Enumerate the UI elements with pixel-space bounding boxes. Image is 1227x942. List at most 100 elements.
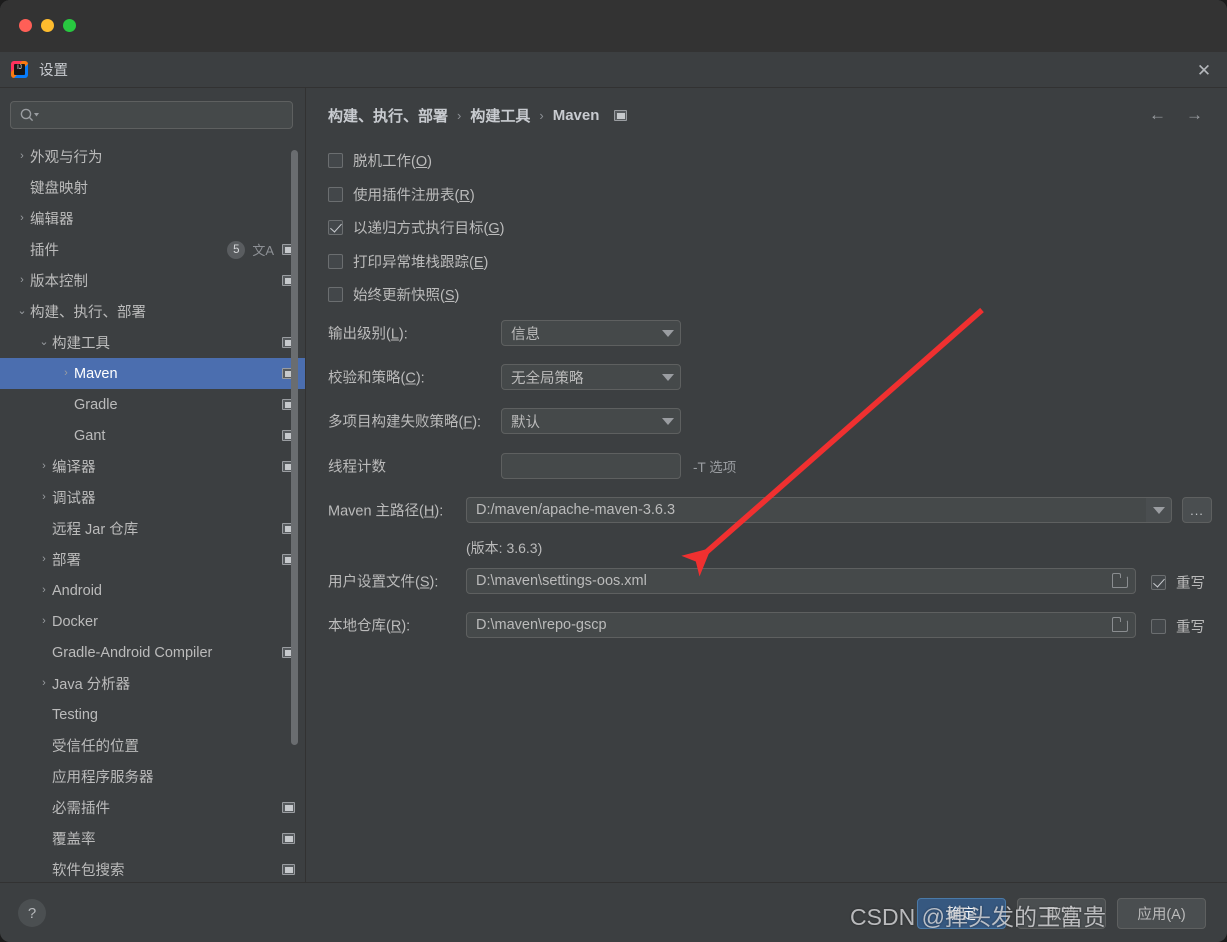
checkbox-box <box>328 253 343 269</box>
maven-combo-label: 校验和策略(C): <box>328 370 425 387</box>
maven-checkbox-0[interactable]: 脱机工作(O) <box>328 150 432 171</box>
search-icon <box>20 108 39 122</box>
sidebar-item-16[interactable]: ›Gradle-Android Compiler <box>0 637 305 668</box>
search-input[interactable] <box>10 101 293 129</box>
maven-checkbox-label: 脱机工作(O) <box>353 154 432 170</box>
checkbox-box <box>1151 619 1166 634</box>
thread-count-input[interactable] <box>501 453 681 479</box>
sidebar-item-3[interactable]: ›插件5文A <box>0 234 305 265</box>
checkbox-box <box>328 220 343 235</box>
sidebar-item-15[interactable]: › Docker <box>0 606 305 637</box>
maven-checkbox-1[interactable]: 使用插件注册表(R) <box>328 184 475 205</box>
breadcrumb-item-1[interactable]: 构建工具 <box>470 105 530 126</box>
sidebar-item-23[interactable]: ›软件包搜索 <box>0 854 305 882</box>
sidebar-item-label: 受信任的位置 <box>52 739 139 755</box>
sidebar-item-label: 版本控制 <box>30 274 88 290</box>
local-repo-override-label: 重写 <box>1176 620 1205 636</box>
sidebar-item-14[interactable]: › Android <box>0 575 305 606</box>
dialog-footer: ? 确定 取消 应用(A) <box>0 882 1227 942</box>
chevron-right-icon[interactable]: › <box>36 585 52 596</box>
dialog-title: 设置 <box>39 63 68 79</box>
sidebar-item-20[interactable]: ›应用程序服务器 <box>0 761 305 792</box>
sidebar-item-label: Gant <box>74 427 106 444</box>
close-window-button[interactable] <box>19 19 32 32</box>
local-repo-value: D:\maven\repo-gscp <box>476 617 607 633</box>
maven-version-note: (版本: 3.6.3) <box>466 540 543 556</box>
breadcrumb-item-0[interactable]: 构建、执行、部署 <box>328 105 448 126</box>
translate-icon: 文A <box>252 243 274 258</box>
sidebar-item-21[interactable]: ›必需插件 <box>0 792 305 823</box>
dialog-button-2[interactable]: 应用(A) <box>1117 898 1206 929</box>
sidebar-item-18[interactable]: ›Testing <box>0 699 305 730</box>
thread-count-hint: -T 选项 <box>693 460 737 475</box>
maven-combo-label: 输出级别(L): <box>328 326 408 343</box>
chevron-right-icon[interactable]: › <box>36 461 52 472</box>
sidebar-item-label: 构建工具 <box>52 336 110 352</box>
chevron-right-icon[interactable]: › <box>58 368 74 379</box>
maven-checkbox-4[interactable]: 始终更新快照(S) <box>328 284 459 305</box>
sidebar-scrollbar[interactable] <box>291 150 298 745</box>
mac-titlebar <box>0 0 1227 52</box>
chevron-right-icon[interactable]: › <box>36 554 52 565</box>
sidebar-item-2[interactable]: › 编辑器 <box>0 203 305 234</box>
sidebar-item-0[interactable]: › 外观与行为 <box>0 141 305 172</box>
user-settings-input[interactable]: D:\maven\settings-oos.xml <box>466 568 1136 594</box>
chevron-right-icon[interactable]: › <box>36 492 52 503</box>
dialog-button-0[interactable]: 确定 <box>917 898 1006 929</box>
sidebar-item-13[interactable]: › 部署 <box>0 544 305 575</box>
sidebar-item-7[interactable]: › Maven <box>0 358 305 389</box>
sidebar-item-label: 构建、执行、部署 <box>30 305 146 321</box>
sidebar-item-9[interactable]: ›Gant <box>0 420 305 451</box>
maven-home-input[interactable]: D:/maven/apache-maven-3.6.3 <box>466 497 1146 523</box>
sidebar-item-11[interactable]: › 调试器 <box>0 482 305 513</box>
user-settings-override-checkbox[interactable]: 重写 <box>1151 572 1205 593</box>
sidebar-item-1[interactable]: ›键盘映射 <box>0 172 305 203</box>
local-repo-input[interactable]: D:\maven\repo-gscp <box>466 612 1136 638</box>
sidebar-item-17[interactable]: › Java 分析器 <box>0 668 305 699</box>
chevron-right-icon[interactable]: › <box>36 616 52 627</box>
maven-combo-select-0[interactable]: 信息 <box>501 320 681 346</box>
sidebar-item-10[interactable]: › 编译器 <box>0 451 305 482</box>
settings-sidebar: ›外观与行为›键盘映射›编辑器›插件5文A›版本控制⌄构建、执行、部署⌄构建工具… <box>0 88 306 882</box>
chevron-down-icon <box>662 329 674 337</box>
local-repo-override-checkbox[interactable]: 重写 <box>1151 616 1205 637</box>
project-level-settings-icon <box>282 802 295 813</box>
chevron-right-icon[interactable]: › <box>14 213 30 224</box>
minimize-window-button[interactable] <box>41 19 54 32</box>
help-button[interactable]: ? <box>18 899 46 927</box>
dialog-button-1[interactable]: 取消 <box>1017 898 1106 929</box>
sidebar-item-label: Maven <box>74 365 118 382</box>
sidebar-item-19[interactable]: ›受信任的位置 <box>0 730 305 761</box>
maximize-window-button[interactable] <box>63 19 76 32</box>
chevron-down-icon <box>1152 506 1165 514</box>
folder-icon[interactable] <box>1109 572 1131 591</box>
maven-checkbox-label: 始终更新快照(S) <box>353 288 460 304</box>
sidebar-item-label: 键盘映射 <box>30 181 88 197</box>
close-icon[interactable]: ✕ <box>1181 52 1227 88</box>
sidebar-item-5[interactable]: ⌄ 构建、执行、部署 <box>0 296 305 327</box>
forward-arrow-icon[interactable]: → <box>1186 106 1203 123</box>
project-level-settings-icon <box>282 864 295 875</box>
maven-checkbox-3[interactable]: 打印异常堆栈跟踪(E) <box>328 251 488 272</box>
chevron-down-icon[interactable]: ⌄ <box>36 337 52 348</box>
maven-combo-select-1[interactable]: 无全局策略 <box>501 364 681 390</box>
back-arrow-icon[interactable]: ← <box>1149 106 1166 123</box>
sidebar-item-22[interactable]: ›覆盖率 <box>0 823 305 854</box>
sidebar-item-label: Java 分析器 <box>52 677 131 693</box>
settings-dialog-window: 设置 ✕ ›外观与行为›键盘映射›编辑器›插件5文A›版本控制⌄构建、执行、部署… <box>0 0 1227 942</box>
chevron-right-icon[interactable]: › <box>14 151 30 162</box>
chevron-right-icon[interactable]: › <box>36 678 52 689</box>
sidebar-item-label: 外观与行为 <box>30 150 103 166</box>
sidebar-item-6[interactable]: ⌄ 构建工具 <box>0 327 305 358</box>
chevron-down-icon[interactable]: ⌄ <box>14 306 30 317</box>
maven-combo-select-2[interactable]: 默认 <box>501 408 681 434</box>
folder-icon[interactable] <box>1109 616 1131 635</box>
chevron-right-icon[interactable]: › <box>14 275 30 286</box>
sidebar-item-4[interactable]: › 版本控制 <box>0 265 305 296</box>
maven-combo-row-0: 输出级别(L): 信息 <box>306 320 1227 346</box>
sidebar-item-8[interactable]: ›Gradle <box>0 389 305 420</box>
maven-checkbox-2[interactable]: 以递归方式执行目标(G) <box>328 217 504 238</box>
maven-home-browse-button[interactable]: ... <box>1182 497 1212 523</box>
sidebar-item-12[interactable]: ›远程 Jar 仓库 <box>0 513 305 544</box>
maven-home-dropdown-button[interactable] <box>1146 497 1172 523</box>
